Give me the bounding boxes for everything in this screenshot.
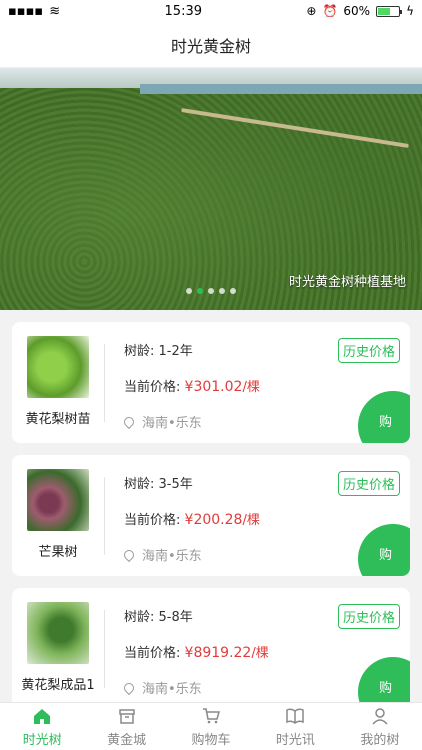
history-price-button[interactable]: 历史价格 bbox=[337, 471, 400, 496]
price-unit: /棵 bbox=[242, 380, 260, 395]
carousel-dot-active[interactable] bbox=[197, 288, 203, 294]
rotation-lock-icon: ⊕ bbox=[306, 4, 317, 18]
location-text: 海南•乐东 bbox=[142, 682, 202, 697]
charging-icon: ϟ bbox=[406, 4, 414, 18]
location-text: 海南•乐东 bbox=[142, 416, 202, 431]
product-card[interactable]: 芒果树 树龄: 3-5年 当前价格: ¥200.28/棵 海南•乐东 历史价格 … bbox=[12, 455, 410, 576]
home-icon bbox=[34, 708, 51, 724]
price-value: ¥301.02 bbox=[184, 379, 243, 395]
tab-gold-city[interactable]: 黄金城 bbox=[84, 703, 168, 750]
banner-carousel[interactable]: 时光黄金树种植基地 bbox=[0, 68, 422, 310]
tab-label: 时光树 bbox=[22, 732, 62, 748]
location-pin-icon bbox=[121, 680, 137, 695]
banner-caption: 时光黄金树种植基地 bbox=[288, 275, 406, 290]
price-unit: /棵 bbox=[242, 513, 260, 528]
carousel-dots bbox=[186, 288, 236, 294]
status-time: 15:39 bbox=[164, 3, 202, 19]
buy-label: 购 bbox=[379, 548, 393, 563]
product-card[interactable]: 黄花梨成品1 树龄: 5-8年 当前价格: ¥8919.22/棵 海南•乐东 历… bbox=[12, 588, 410, 709]
tab-label: 时光讯 bbox=[275, 732, 315, 748]
location-pin-icon bbox=[121, 414, 137, 429]
price-value: ¥200.28 bbox=[184, 512, 243, 528]
alarm-icon: ⏰ bbox=[322, 4, 338, 18]
product-list: 黄花梨树苗 树龄: 1-2年 当前价格: ¥301.02/棵 海南•乐东 历史价… bbox=[0, 310, 422, 709]
price-label: 当前价格: bbox=[124, 380, 181, 395]
location-pin-icon bbox=[121, 547, 137, 562]
price-unit: /棵 bbox=[251, 646, 269, 661]
bottom-tab-bar: 时光树 黄金城 购物车 时光讯 我的树 bbox=[0, 702, 422, 750]
tab-label: 我的树 bbox=[360, 732, 400, 748]
carousel-dot[interactable] bbox=[186, 288, 192, 294]
product-thumb-area: 黄花梨成品1 bbox=[12, 588, 104, 709]
product-name: 黄花梨成品1 bbox=[21, 678, 95, 693]
price-label: 当前价格: bbox=[124, 646, 181, 661]
history-price-button[interactable]: 历史价格 bbox=[337, 604, 400, 629]
price-row: 当前价格: ¥8919.22/棵 bbox=[124, 642, 400, 661]
location-text: 海南•乐东 bbox=[142, 549, 202, 564]
price-label: 当前价格: bbox=[124, 513, 181, 528]
banner-sea bbox=[140, 84, 422, 94]
product-image[interactable] bbox=[27, 469, 89, 531]
tab-news[interactable]: 时光讯 bbox=[253, 703, 337, 750]
product-name: 芒果树 bbox=[38, 545, 78, 560]
carousel-dot[interactable] bbox=[230, 288, 236, 294]
user-icon bbox=[372, 707, 388, 725]
page-title: 时光黄金树 bbox=[170, 36, 251, 56]
carousel-dot[interactable] bbox=[219, 288, 225, 294]
price-value: ¥8919.22 bbox=[184, 645, 252, 661]
tab-label: 黄金城 bbox=[107, 732, 147, 748]
product-thumb-area: 黄花梨树苗 bbox=[12, 322, 104, 443]
product-name: 黄花梨树苗 bbox=[25, 412, 91, 427]
carousel-dot[interactable] bbox=[208, 288, 214, 294]
history-price-button[interactable]: 历史价格 bbox=[337, 338, 400, 363]
product-image[interactable] bbox=[27, 336, 89, 398]
signal-icon: ▪▪▪▪ bbox=[8, 3, 44, 19]
cart-icon bbox=[203, 707, 221, 723]
price-row: 当前价格: ¥301.02/棵 bbox=[124, 376, 400, 395]
price-row: 当前价格: ¥200.28/棵 bbox=[124, 509, 400, 528]
product-card[interactable]: 黄花梨树苗 树龄: 1-2年 当前价格: ¥301.02/棵 海南•乐东 历史价… bbox=[12, 322, 410, 443]
wifi-icon: ≋ bbox=[49, 3, 61, 19]
product-thumb-area: 芒果树 bbox=[12, 455, 104, 576]
book-icon bbox=[286, 707, 305, 724]
battery-icon bbox=[376, 5, 403, 17]
card-divider bbox=[104, 477, 105, 555]
tab-cart[interactable]: 购物车 bbox=[169, 703, 253, 750]
product-image[interactable] bbox=[27, 602, 89, 664]
buy-label: 购 bbox=[379, 415, 393, 430]
status-bar: ▪▪▪▪ ≋ 15:39 ⊕ ⏰ 60% ϟ bbox=[0, 0, 422, 22]
card-divider bbox=[104, 344, 105, 422]
store-icon bbox=[118, 708, 135, 724]
tab-my-tree[interactable]: 我的树 bbox=[338, 703, 422, 750]
card-divider bbox=[104, 610, 105, 688]
buy-label: 购 bbox=[379, 681, 393, 696]
tab-label: 购物车 bbox=[191, 732, 231, 748]
nav-bar: 时光黄金树 bbox=[0, 22, 422, 68]
battery-percent: 60% bbox=[343, 4, 371, 18]
tab-time-tree[interactable]: 时光树 bbox=[0, 703, 84, 750]
banner-road bbox=[181, 108, 409, 148]
